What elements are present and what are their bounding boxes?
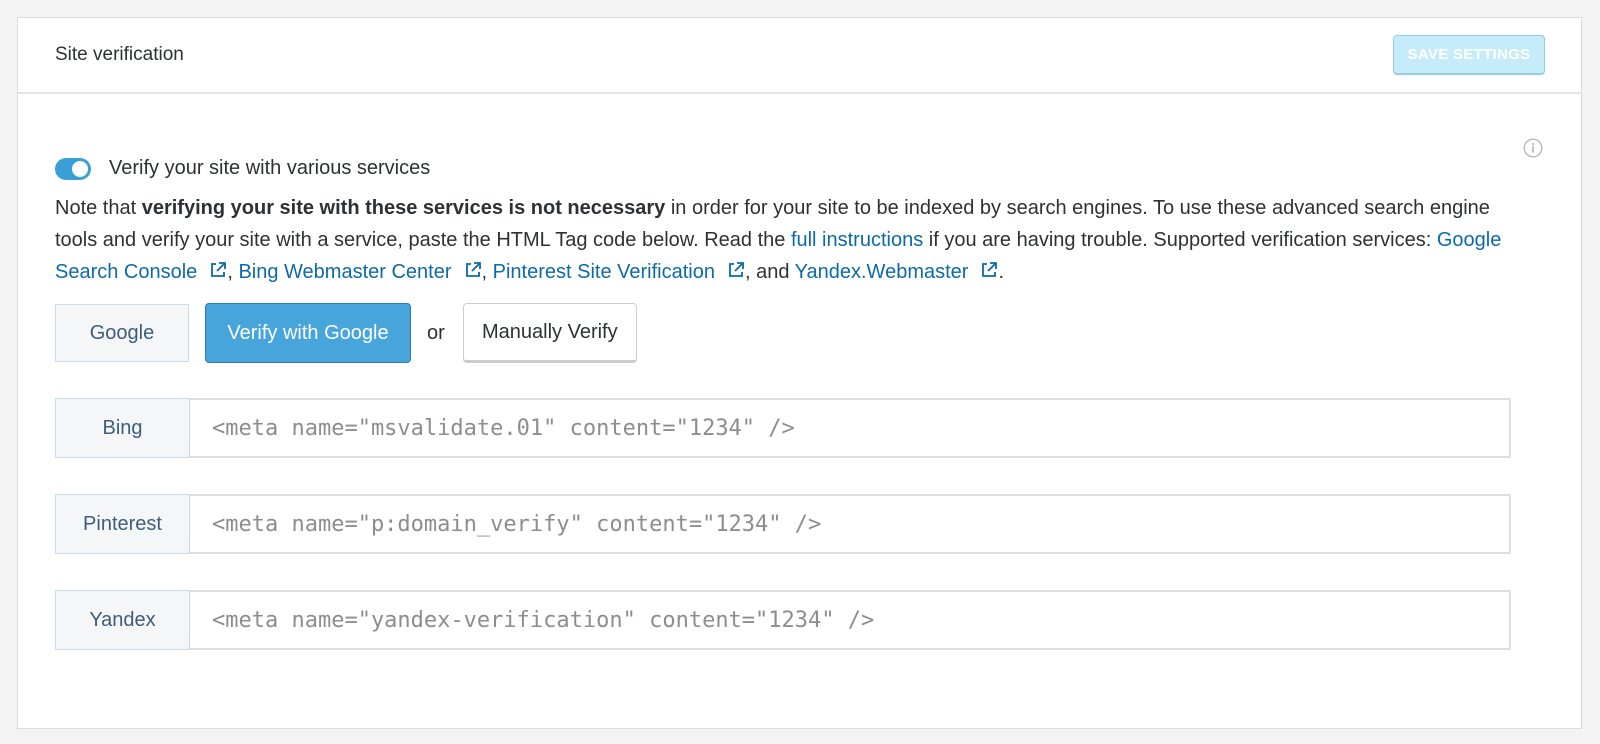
external-link-icon — [465, 262, 481, 277]
external-link-icon — [211, 262, 227, 277]
external-link-icon — [729, 262, 744, 277]
google-verification-row: Google Verify with Google or Manually Ve… — [55, 303, 637, 363]
note-end: . — [998, 261, 1005, 283]
google-label: Google — [55, 304, 189, 362]
save-settings-button[interactable]: SAVE SETTINGS — [1393, 35, 1545, 75]
bing-label: Bing — [55, 398, 189, 458]
pinterest-label: Pinterest — [55, 494, 189, 554]
bing-input[interactable] — [189, 398, 1511, 458]
link-label: Bing Webmaster Center — [238, 261, 452, 283]
external-link-icon — [982, 262, 998, 277]
separator: , — [481, 261, 493, 283]
or-text: or — [427, 321, 445, 344]
yandex-label: Yandex — [55, 590, 189, 650]
note-bold: verifying your site with these services … — [141, 197, 666, 219]
verification-note: Note that verifying your site with these… — [55, 192, 1535, 288]
note-intro: Note that — [55, 197, 142, 219]
separator: , and — [744, 261, 795, 283]
yandex-field-row: Yandex — [55, 590, 1511, 650]
card-title: Site verification — [55, 44, 184, 65]
verify-toggle[interactable] — [55, 157, 91, 180]
manually-verify-button[interactable]: Manually Verify — [462, 303, 637, 363]
info-icon[interactable] — [1523, 138, 1543, 158]
verify-with-google-button[interactable]: Verify with Google — [205, 303, 411, 363]
full-instructions-link[interactable]: full instructions — [791, 229, 923, 251]
yandex-input[interactable] — [189, 590, 1511, 650]
bing-field-row: Bing — [55, 398, 1511, 458]
card-header: Site verification SAVE SETTINGS — [18, 18, 1581, 94]
toggle-label: Verify your site with various services — [109, 157, 431, 179]
pinterest-field-row: Pinterest — [55, 494, 1511, 554]
toggle-knob — [72, 160, 88, 177]
yandex-webmaster-link[interactable]: Yandex.Webmaster — [795, 261, 999, 283]
note-after-link: if you are having trouble. Supported ver… — [923, 229, 1437, 251]
pinterest-input[interactable] — [189, 494, 1511, 554]
link-label: Pinterest Site Verification — [492, 261, 715, 283]
bing-webmaster-link[interactable]: Bing Webmaster Center — [238, 261, 481, 283]
link-label: Yandex.Webmaster — [794, 261, 969, 283]
separator: , — [227, 261, 239, 283]
site-verification-card: Site verification SAVE SETTINGS Verify y… — [17, 17, 1582, 729]
verify-toggle-row: Verify your site with various services — [55, 157, 430, 180]
pinterest-verification-link[interactable]: Pinterest Site Verification — [493, 261, 745, 283]
